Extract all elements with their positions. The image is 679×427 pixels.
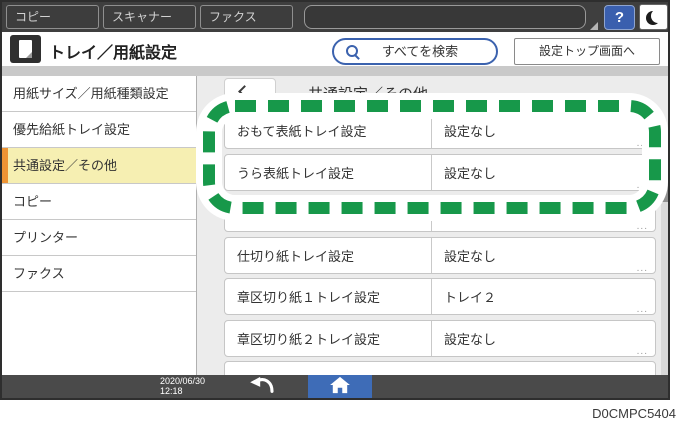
row-value: 設定なし <box>431 154 496 190</box>
search-button[interactable]: すべてを検索 <box>332 38 498 65</box>
status-display[interactable] <box>304 5 586 29</box>
row-value: トレイ２ <box>431 279 496 314</box>
sidebar-item-1[interactable]: 優先給紙トレイ設定 <box>2 112 196 148</box>
tab-1[interactable]: スキャナー <box>103 5 196 29</box>
table-row-2[interactable]: 合紙トレイ設定 設定なし... <box>224 195 656 232</box>
sidebar-item-5[interactable]: ファクス <box>2 256 196 292</box>
table-row-4[interactable]: 章区切り紙１トレイ設定 トレイ２... <box>224 278 656 315</box>
tab-0[interactable]: コピー <box>6 5 99 29</box>
row-label: おもて表紙トレイ設定 <box>237 124 367 139</box>
row-label: 章区切り紙２トレイ設定 <box>237 331 381 347</box>
row-more-icon: ... <box>636 221 648 232</box>
row-more-icon: ... <box>636 345 648 357</box>
row-value: 設定なし <box>431 196 496 231</box>
time-label: 12:18 <box>160 386 183 396</box>
table-row-3[interactable]: 仕切り紙トレイ設定 設定なし... <box>224 236 656 274</box>
datetime-display: 2020/06/30 12:18 <box>160 376 205 396</box>
tab-2[interactable]: ファクス <box>200 5 293 29</box>
undo-back-button[interactable] <box>240 375 284 398</box>
page: コピー スキャナー ファクス ? トレイ／用紙設定 すべてを検索 設定トップ画面へ … <box>0 0 679 427</box>
home-icon <box>330 376 350 394</box>
table-row-partial[interactable] <box>224 361 656 375</box>
row-more-icon: ... <box>636 138 648 149</box>
resize-notch-icon <box>590 22 598 30</box>
row-more-icon: ... <box>636 179 648 191</box>
row-more-icon: ... <box>636 262 648 274</box>
scrollbar[interactable] <box>661 150 668 375</box>
table-row-5[interactable]: 章区切り紙２トレイ設定 設定なし... <box>224 319 656 357</box>
settings-top-button[interactable]: 設定トップ画面へ <box>514 38 660 65</box>
undo-arrow-icon <box>250 376 274 393</box>
back-button[interactable] <box>224 78 276 104</box>
row-label: 合紙トレイ設定 <box>237 207 329 222</box>
row-value: 設定なし <box>431 237 496 273</box>
search-button-label: すべてを検索 <box>381 44 459 59</box>
chevron-left-icon <box>238 85 251 98</box>
moon-icon <box>646 9 665 26</box>
sidebar: 用紙サイズ／用紙種類設定 優先給紙トレイ設定 共通設定／その他 コピー プリンター ファク… <box>2 76 197 375</box>
scrollbar-thumb[interactable] <box>661 152 668 202</box>
device-screen: コピー スキャナー ファクス ? トレイ／用紙設定 すべてを検索 設定トップ画面へ … <box>0 0 670 400</box>
help-button[interactable]: ? <box>604 5 635 30</box>
table-row-0[interactable]: おもて表紙トレイ設定 設定なし... <box>224 112 656 149</box>
section-title: 共通設定／その他 <box>308 86 429 103</box>
sidebar-item-0[interactable]: 用紙サイズ／用紙種類設定 <box>2 76 196 112</box>
row-label: うら表紙トレイ設定 <box>237 165 355 181</box>
bottom-bar: 2020/06/30 12:18 <box>2 375 668 398</box>
search-icon <box>346 45 360 59</box>
page-title: トレイ／用紙設定 <box>49 45 178 62</box>
sidebar-item-3[interactable]: コピー <box>2 184 196 220</box>
row-value: 設定なし <box>431 320 496 356</box>
table-row-1[interactable]: うら表紙トレイ設定 設定なし... <box>224 153 656 191</box>
divider-band <box>2 66 668 76</box>
sidebar-item-2[interactable]: 共通設定／その他 <box>2 148 196 184</box>
date-label: 2020/06/30 <box>160 376 206 386</box>
figure-caption: D0CMPC5404 <box>592 406 676 421</box>
row-more-icon: ... <box>636 304 648 315</box>
main-list: 共通設定／その他 おもて表紙トレイ設定 設定なし... うら表紙トレイ設定 設定なし.… <box>198 76 668 375</box>
home-button[interactable] <box>308 375 372 398</box>
title-bar: トレイ／用紙設定 すべてを検索 設定トップ画面へ <box>2 32 668 66</box>
row-label: 章区切り紙１トレイ設定 <box>237 290 381 305</box>
content-area: 用紙サイズ／用紙種類設定 優先給紙トレイ設定 共通設定／その他 コピー プリンター ファク… <box>2 76 668 375</box>
row-label: 仕切り紙トレイ設定 <box>237 248 355 264</box>
top-bar: コピー スキャナー ファクス ? <box>2 2 668 32</box>
row-value: 設定なし <box>431 113 496 148</box>
sidebar-item-4[interactable]: プリンター <box>2 220 196 256</box>
energy-saver-button[interactable] <box>639 4 668 30</box>
tray-paper-icon <box>10 35 41 63</box>
